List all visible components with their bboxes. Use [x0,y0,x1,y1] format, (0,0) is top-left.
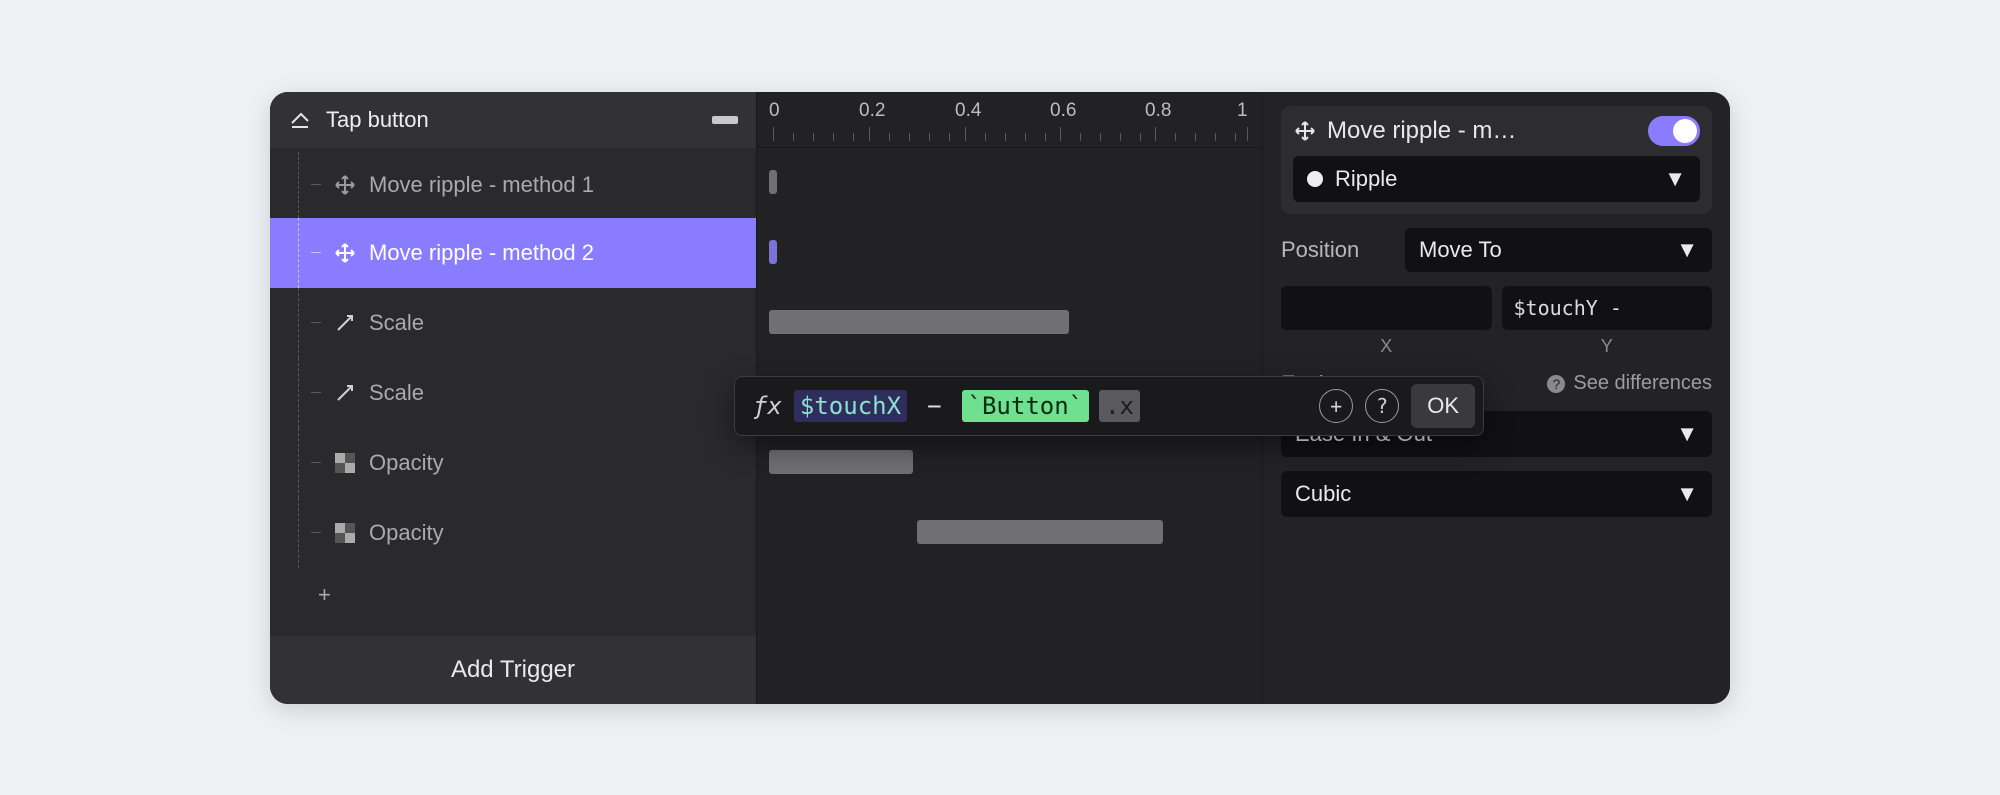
target-label: Ripple [1335,166,1397,192]
tap-icon [288,108,312,132]
move-icon [333,241,357,265]
tree-row[interactable]: Move ripple - method 2 [270,218,756,288]
tree-row[interactable]: Opacity [270,498,756,568]
track-bar[interactable] [769,240,777,264]
opacity-icon [333,521,357,545]
axis-x-label: X [1380,336,1392,357]
easing-curve-select[interactable]: Cubic ▼ [1281,471,1712,517]
chevron-down-icon: ▼ [1676,481,1698,507]
position-y-field[interactable]: $touchY - [1502,286,1713,330]
position-row: Position Move To ▼ [1281,228,1712,272]
trigger-header[interactable]: Tap button [270,92,756,148]
position-mode-value: Move To [1419,237,1502,263]
formula-ok-label: OK [1427,393,1459,419]
track-bar[interactable] [769,310,1069,334]
track-bar[interactable] [917,520,1163,544]
tree-row[interactable]: Scale [270,288,756,358]
see-differences-link[interactable]: ? See differences [1547,372,1712,395]
track-bar[interactable] [769,450,913,474]
ruler-tick-label: 1 [1237,100,1248,122]
formula-add-button[interactable]: + [1319,389,1353,423]
animation-editor-panel: Tap button Move ripple - method 1 [270,92,1730,704]
ruler-tick-label: 0.8 [1145,100,1171,122]
action-tree: Move ripple - method 1 Move ripple - met… [270,148,756,636]
chevron-down-icon: ▼ [1676,421,1698,447]
move-icon [1293,119,1317,143]
formula-ok-button[interactable]: OK [1411,384,1475,428]
drag-handle-icon[interactable] [712,116,738,124]
tree-row[interactable]: Scale [270,358,756,428]
tree-row[interactable]: Move ripple - method 1 [270,152,756,218]
action-enabled-toggle[interactable] [1648,116,1700,146]
position-xy-row: X $touchY - Y [1281,286,1712,357]
formula-editor-popover[interactable]: ƒx $touchX − `Button` .x + ? OK [734,376,1484,436]
position-x-field[interactable] [1281,286,1492,330]
layer-swatch-icon [1307,171,1323,187]
plus-icon: + [318,582,331,608]
tree-row[interactable]: Opacity [270,428,756,498]
formula-token-operator[interactable]: − [919,392,949,420]
see-differences-label: See differences [1573,372,1712,395]
scale-icon [333,381,357,405]
trigger-title: Tap button [326,107,429,133]
position-mode-select[interactable]: Move To ▼ [1405,228,1712,272]
tree-label: Scale [369,310,424,336]
target-select[interactable]: Ripple ▼ [1293,156,1700,202]
formula-help-button[interactable]: ? [1365,389,1399,423]
track-bar[interactable] [769,170,777,194]
tree-label: Scale [369,380,424,406]
ruler-tick-label: 0 [769,100,780,122]
add-action-row[interactable]: + [270,568,756,622]
tree-label: Opacity [369,520,444,546]
axis-y-label: Y [1601,336,1613,357]
position-label: Position [1281,237,1391,263]
tree-label: Move ripple - method 1 [369,172,594,198]
add-trigger-label: Add Trigger [451,656,575,684]
add-trigger-button[interactable]: Add Trigger [270,636,756,704]
formula-token-reference[interactable]: `Button` [962,390,1090,422]
scale-icon [333,311,357,335]
formula-token-variable[interactable]: $touchX [794,390,907,422]
ruler-tick-label: 0.6 [1050,100,1076,122]
ruler-ticks [757,127,1262,141]
trigger-tree-pane: Tap button Move ripple - method 1 [270,92,757,704]
fx-icon: ƒx [753,392,782,420]
tree-label: Move ripple - method 2 [369,240,594,266]
formula-token-property[interactable]: .x [1099,390,1140,422]
help-icon: ? [1547,375,1565,393]
inspector-header: Move ripple - m… Ripple ▼ [1281,106,1712,214]
tree-label: Opacity [369,450,444,476]
inspector-title: Move ripple - m… [1327,117,1516,145]
ruler-tick-label: 0.2 [859,100,885,122]
position-y-value: $touchY - [1514,296,1622,320]
move-icon [333,173,357,197]
opacity-icon [333,451,357,475]
chevron-down-icon: ▼ [1676,237,1698,263]
ruler-tick-label: 0.4 [955,100,981,122]
easing-curve-value: Cubic [1295,481,1351,507]
timeline-ruler[interactable]: 0 0.2 0.4 0.6 0.8 1 [757,92,1262,148]
chevron-down-icon: ▼ [1664,166,1686,192]
